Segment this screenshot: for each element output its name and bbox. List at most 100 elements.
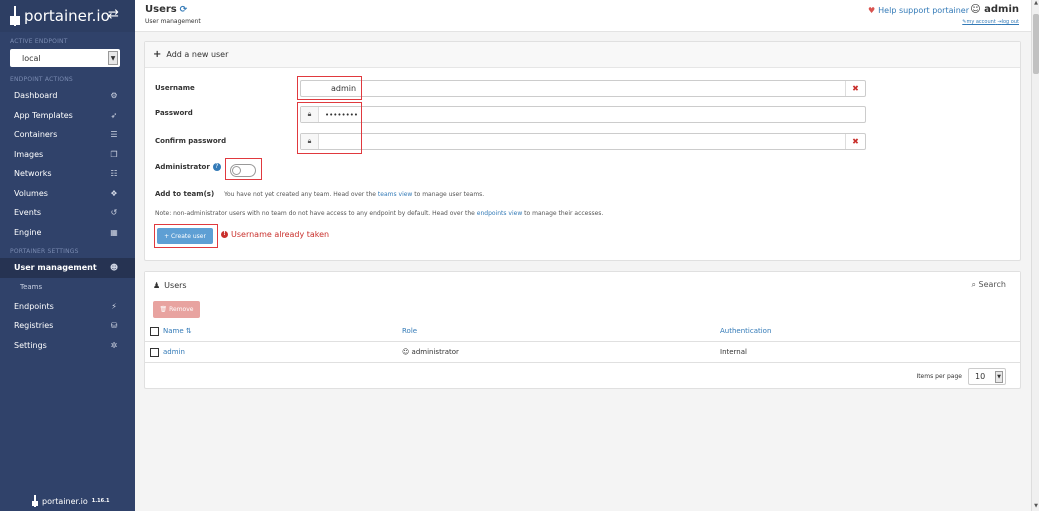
access-note: Note: non-administrator users with no te… — [155, 210, 603, 217]
th-icon: ▦ — [110, 227, 118, 237]
sort-icon: ⇅ — [185, 327, 192, 335]
remove-button-label: Remove — [169, 306, 194, 313]
sidebar-item-containers[interactable]: Containers ☰ — [0, 125, 135, 145]
crane-logo-icon — [10, 6, 20, 26]
sidebar-item-volumes[interactable]: Volumes ❖ — [0, 184, 135, 204]
chevron-down-icon[interactable]: ▼ — [995, 370, 1003, 383]
table-header: Name ⇅ Role Authentication — [145, 322, 1020, 342]
table-row: admin ☺ administrator Internal — [145, 343, 1020, 363]
account-links: ✎my account ⇥log out — [962, 19, 1019, 25]
user-name-link[interactable]: admin — [163, 348, 185, 356]
question-circle-icon[interactable]: ? — [212, 163, 221, 171]
page-scrollbar[interactable]: ▲ ▼ — [1031, 0, 1039, 511]
scroll-up-icon[interactable]: ▲ — [1032, 0, 1039, 8]
sidebar-item-events[interactable]: Events ↺ — [0, 203, 135, 223]
sidebar-item-label: Teams — [20, 283, 43, 291]
users-panel-title: Users — [164, 280, 187, 290]
crane-logo-icon — [32, 495, 38, 507]
scroll-down-icon[interactable]: ▼ — [1032, 503, 1039, 511]
access-note-pre: Note: non-administrator users with no te… — [155, 210, 475, 217]
administrator-toggle[interactable] — [230, 164, 256, 177]
page-header: Users ⟳ User management ♥ Help support por… — [135, 0, 1031, 32]
user-info: ☺ admin — [970, 4, 1019, 15]
help-support-link[interactable]: ♥ Help support portainer — [868, 6, 969, 15]
remove-button[interactable]: 🗑︎ Remove — [153, 301, 200, 318]
column-role[interactable]: Role — [402, 327, 417, 335]
teams-label: Add to team(s) — [155, 190, 215, 198]
sidebar: portainer.io ⇄ ACTIVE ENDPOINT local ▼ E… — [0, 0, 135, 511]
rocket-icon: ➶ — [110, 110, 118, 120]
user-authentication: Internal — [720, 348, 747, 356]
username-field[interactable]: admin ✖ — [300, 80, 866, 97]
endpoints-view-link[interactable]: endpoints view — [477, 210, 522, 217]
sidebar-item-label: App Templates — [14, 110, 73, 120]
brand: portainer.io ⇄ — [0, 0, 135, 32]
username-row: Username — [155, 84, 195, 92]
my-account-link[interactable]: my account — [966, 19, 995, 25]
heart-icon: ♥ — [867, 6, 876, 15]
row-checkbox[interactable] — [150, 348, 159, 357]
confirm-password-field[interactable]: 🔒︎ ✖ — [300, 133, 866, 150]
teams-view-link[interactable]: teams view — [378, 191, 412, 198]
cogs-icon: ✲ — [110, 340, 118, 350]
help-support-text: Help support portainer — [878, 6, 969, 15]
log-out-link[interactable]: log out — [1002, 19, 1019, 25]
sidebar-item-engine[interactable]: Engine ▦ — [0, 223, 135, 243]
password-label: Password — [155, 109, 193, 117]
sidebar-item-user-management[interactable]: User management ☻ — [0, 258, 135, 278]
plus-icon: + — [153, 49, 162, 60]
user-circle-icon: ☺ — [970, 4, 981, 15]
clone-icon: ❐ — [110, 149, 118, 159]
create-user-button[interactable]: + Create user — [157, 228, 213, 244]
username-error-text: Username already taken — [231, 230, 330, 239]
confirm-password-label: Confirm password — [155, 137, 227, 145]
search-box[interactable]: ⌕ Search — [971, 280, 1006, 290]
sidebar-item-label: Images — [14, 149, 44, 159]
items-per-page-value: 10 — [975, 372, 986, 381]
add-user-panel-title: Add a new user — [166, 50, 229, 59]
list-icon: ☰ — [110, 130, 118, 140]
chevron-down-icon[interactable]: ▼ — [108, 51, 118, 65]
select-all-checkbox[interactable] — [150, 327, 159, 336]
tachometer-icon: ⚙ — [110, 91, 118, 101]
lock-icon: 🔒︎ — [301, 107, 319, 122]
page-title-text: Users — [145, 4, 177, 15]
sidebar-item-label: Dashboard — [14, 91, 58, 101]
database-icon: ⛁ — [110, 321, 118, 331]
items-per-page-select[interactable]: 10 ▼ — [968, 368, 1006, 385]
sidebar-item-networks[interactable]: Networks ☷ — [0, 164, 135, 184]
column-name[interactable]: Name ⇅ — [163, 327, 192, 335]
sidebar-item-teams[interactable]: Teams — [0, 278, 135, 297]
username-error: ! Username already taken — [221, 230, 329, 239]
password-value: •••••••• — [325, 110, 359, 119]
sidebar-item-registries[interactable]: Registries ⛁ — [0, 316, 135, 336]
confirm-password-row: Confirm password — [155, 137, 226, 145]
sidebar-item-settings[interactable]: Settings ✲ — [0, 336, 135, 356]
close-icon[interactable]: ✖ — [845, 81, 865, 96]
user-circle-icon: ☺ — [402, 348, 410, 356]
refresh-icon[interactable]: ⟳ — [180, 5, 188, 15]
close-icon[interactable]: ✖ — [845, 134, 865, 149]
sidebar-item-app-templates[interactable]: App Templates ➶ — [0, 106, 135, 126]
sidebar-item-images[interactable]: Images ❐ — [0, 145, 135, 165]
column-authentication[interactable]: Authentication — [720, 327, 771, 335]
sidebar-item-endpoints[interactable]: Endpoints ⚡ — [0, 297, 135, 317]
sidebar-footer: portainer.io 1.16.1 — [32, 495, 109, 507]
username: admin — [984, 4, 1019, 15]
sidebar-item-label: Endpoints — [14, 301, 54, 311]
endpoint-select[interactable]: local ▼ — [10, 49, 120, 67]
exclamation-circle-icon: ! — [221, 231, 228, 238]
password-field[interactable]: 🔒︎ •••••••• — [300, 106, 866, 123]
sidebar-item-dashboard[interactable]: Dashboard ⚙ — [0, 86, 135, 106]
scrollbar-thumb[interactable] — [1033, 14, 1039, 74]
portainer-logo[interactable]: portainer.io — [10, 6, 110, 26]
sidebar-item-label: Containers — [14, 130, 58, 140]
user-role: ☺ administrator — [402, 348, 459, 356]
history-icon: ↺ — [110, 208, 118, 218]
search-icon: ⌕ — [971, 280, 976, 289]
exchange-icon[interactable]: ⇄ — [108, 7, 119, 22]
add-user-panel: + Add a new user Username admin ✖ Passwo… — [144, 41, 1021, 261]
username-label: Username — [155, 84, 195, 92]
sidebar-item-label: Registries — [14, 321, 54, 331]
access-note-post: to manage their accesses. — [524, 210, 604, 217]
